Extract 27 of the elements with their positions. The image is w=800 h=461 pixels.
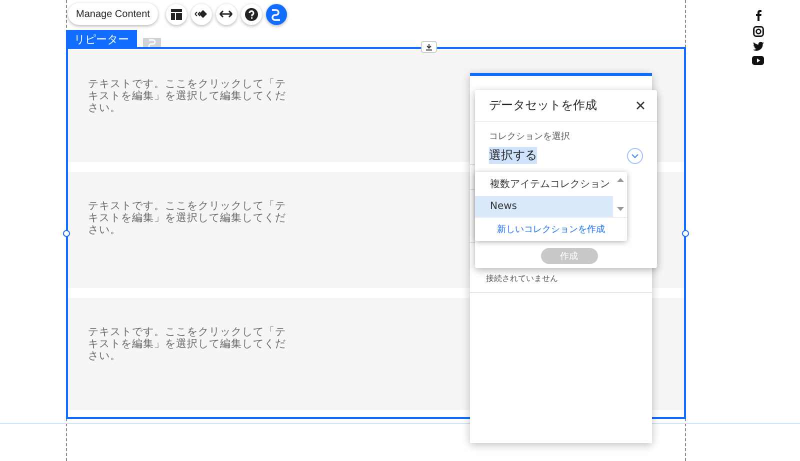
dialog-title: データセットを作成 xyxy=(489,97,597,114)
resize-handle[interactable] xyxy=(682,230,689,237)
resize-handle[interactable] xyxy=(63,230,70,237)
connect-icon[interactable] xyxy=(266,4,287,24)
item-text: テキストです。ここをクリックして「テキストを編集」を選択して編集してください。 xyxy=(88,78,287,114)
dropdown-option[interactable]: News xyxy=(475,196,613,217)
field-label: コレクションを選択 xyxy=(489,130,571,143)
scroll-up-icon[interactable] xyxy=(617,178,624,182)
collection-select[interactable]: 選択する xyxy=(489,147,537,164)
manage-content-button[interactable]: Manage Content xyxy=(68,3,158,25)
scroll-down-icon[interactable] xyxy=(617,207,624,211)
chevron-down-icon[interactable] xyxy=(627,148,643,164)
layout-icon[interactable] xyxy=(166,4,187,24)
stretch-icon[interactable] xyxy=(216,4,237,24)
item-text: テキストです。ここをクリックして「テキストを編集」を選択して編集してください。 xyxy=(88,200,287,236)
dropdown-option[interactable]: 複数アイテムコレクション xyxy=(475,172,613,196)
instagram-icon[interactable] xyxy=(752,26,764,37)
download-icon[interactable] xyxy=(421,41,437,53)
facebook-icon[interactable] xyxy=(754,10,762,21)
item-text: テキストです。ここをクリックして「テキストを編集」を選択して編集してください。 xyxy=(88,326,287,362)
video-icon[interactable] xyxy=(752,56,764,65)
help-icon[interactable] xyxy=(240,4,262,24)
animation-icon[interactable] xyxy=(190,4,212,24)
create-collection-link[interactable]: 新しいコレクションを作成 xyxy=(475,217,627,241)
status-text: 接続されていません xyxy=(486,273,558,284)
close-icon[interactable] xyxy=(636,101,645,110)
bird-icon[interactable] xyxy=(752,42,764,51)
